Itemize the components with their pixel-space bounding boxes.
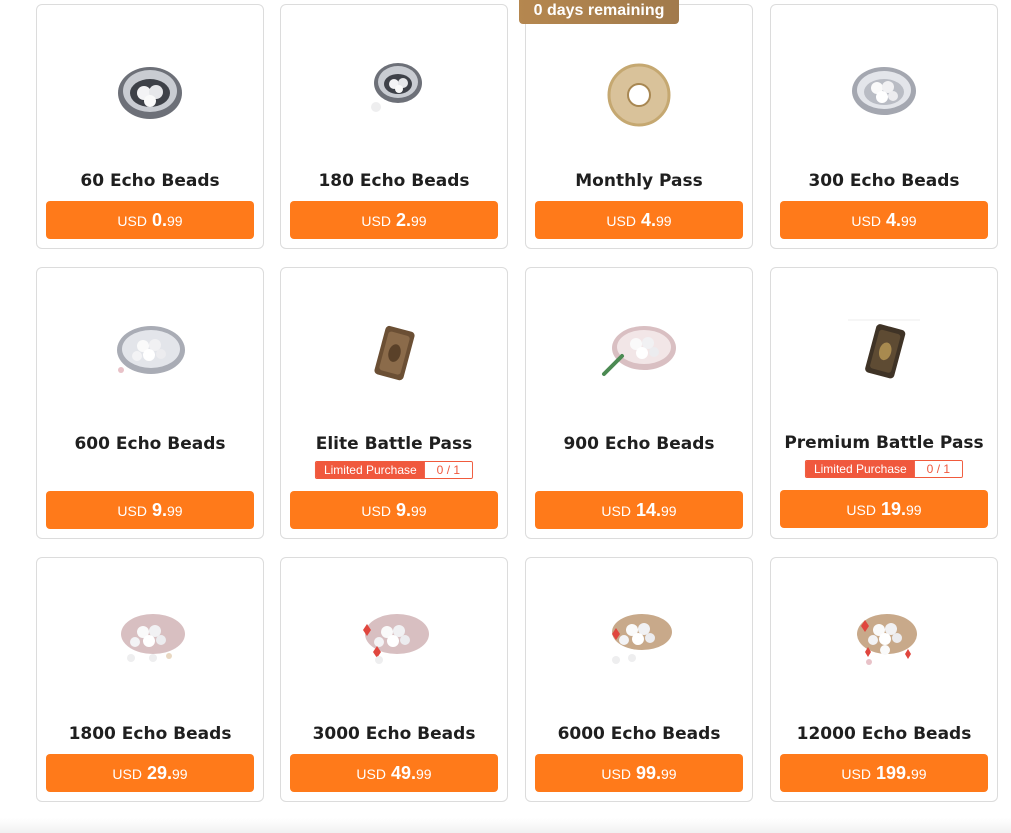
product-title: 900 Echo Beads (563, 434, 715, 454)
product-title: Premium Battle Pass (784, 433, 984, 453)
buy-button[interactable]: USD 9. 99 (290, 491, 498, 529)
product-title: 6000 Echo Beads (557, 724, 721, 744)
limited-purchase-badge: Limited Purchase 0 / 1 (314, 461, 474, 479)
product-card[interactable]: 600 Echo Beads USD 9. 99 (36, 267, 264, 539)
buy-button[interactable]: USD 2. 99 (290, 201, 498, 239)
product-title: Monthly Pass (575, 171, 703, 191)
shell-pearls-icon (37, 316, 263, 386)
buy-button[interactable]: USD 29. 99 (46, 754, 254, 792)
buy-button[interactable]: USD 4. 99 (535, 201, 743, 239)
buy-button[interactable]: USD 49. 99 (290, 754, 498, 792)
product-card[interactable]: 12000 Echo Beads USD 199. 99 (770, 557, 998, 802)
shop-grid: 0 days remaining 60 Echo Beads USD 0. 99 (0, 0, 1011, 833)
bronze-token-icon (281, 320, 507, 390)
product-card[interactable]: 1800 Echo Beads USD 29. 99 (36, 557, 264, 802)
shell-pearls-icon (281, 55, 507, 125)
bronze-token-icon (771, 316, 997, 386)
shell-pearls-icon (37, 57, 263, 127)
buy-button[interactable]: USD 0. 99 (46, 201, 254, 239)
product-title: 12000 Echo Beads (796, 724, 972, 744)
product-card[interactable]: 900 Echo Beads USD 14. 99 (525, 267, 753, 539)
shell-pearls-icon (771, 604, 997, 674)
shell-pearls-icon (771, 55, 997, 125)
jade-disc-icon (526, 53, 752, 133)
product-card[interactable]: Monthly Pass USD 4. 99 (525, 4, 753, 249)
product-card[interactable]: Premium Battle Pass Limited Purchase 0 /… (770, 267, 998, 539)
buy-button[interactable]: USD 4. 99 (780, 201, 988, 239)
product-card[interactable]: 300 Echo Beads USD 4. 99 (770, 4, 998, 249)
product-card[interactable]: 180 Echo Beads USD 2. 99 (280, 4, 508, 249)
limited-purchase-badge: Limited Purchase 0 / 1 (804, 460, 964, 478)
page-footer-strip (0, 818, 1011, 833)
buy-button[interactable]: USD 9. 99 (46, 491, 254, 529)
shell-pearls-icon (281, 604, 507, 674)
shell-pearls-icon (526, 316, 752, 386)
product-title: 60 Echo Beads (80, 171, 220, 191)
product-title: 1800 Echo Beads (68, 724, 232, 744)
buy-button[interactable]: USD 199. 99 (780, 754, 988, 792)
buy-button[interactable]: USD 14. 99 (535, 491, 743, 529)
product-card[interactable]: 6000 Echo Beads USD 99. 99 (525, 557, 753, 802)
product-card[interactable]: Elite Battle Pass Limited Purchase 0 / 1… (280, 267, 508, 539)
buy-button[interactable]: USD 19. 99 (780, 490, 988, 528)
buy-button[interactable]: USD 99. 99 (535, 754, 743, 792)
product-title: 3000 Echo Beads (312, 724, 476, 744)
product-card[interactable]: 60 Echo Beads USD 0. 99 (36, 4, 264, 249)
product-title: 600 Echo Beads (74, 434, 226, 454)
shell-pearls-icon (526, 604, 752, 674)
product-title: 300 Echo Beads (808, 171, 960, 191)
product-card[interactable]: 3000 Echo Beads USD 49. 99 (280, 557, 508, 802)
shell-pearls-icon (37, 604, 263, 674)
product-title: Elite Battle Pass (315, 434, 473, 454)
product-title: 180 Echo Beads (318, 171, 470, 191)
days-remaining-banner: 0 days remaining (519, 0, 679, 24)
